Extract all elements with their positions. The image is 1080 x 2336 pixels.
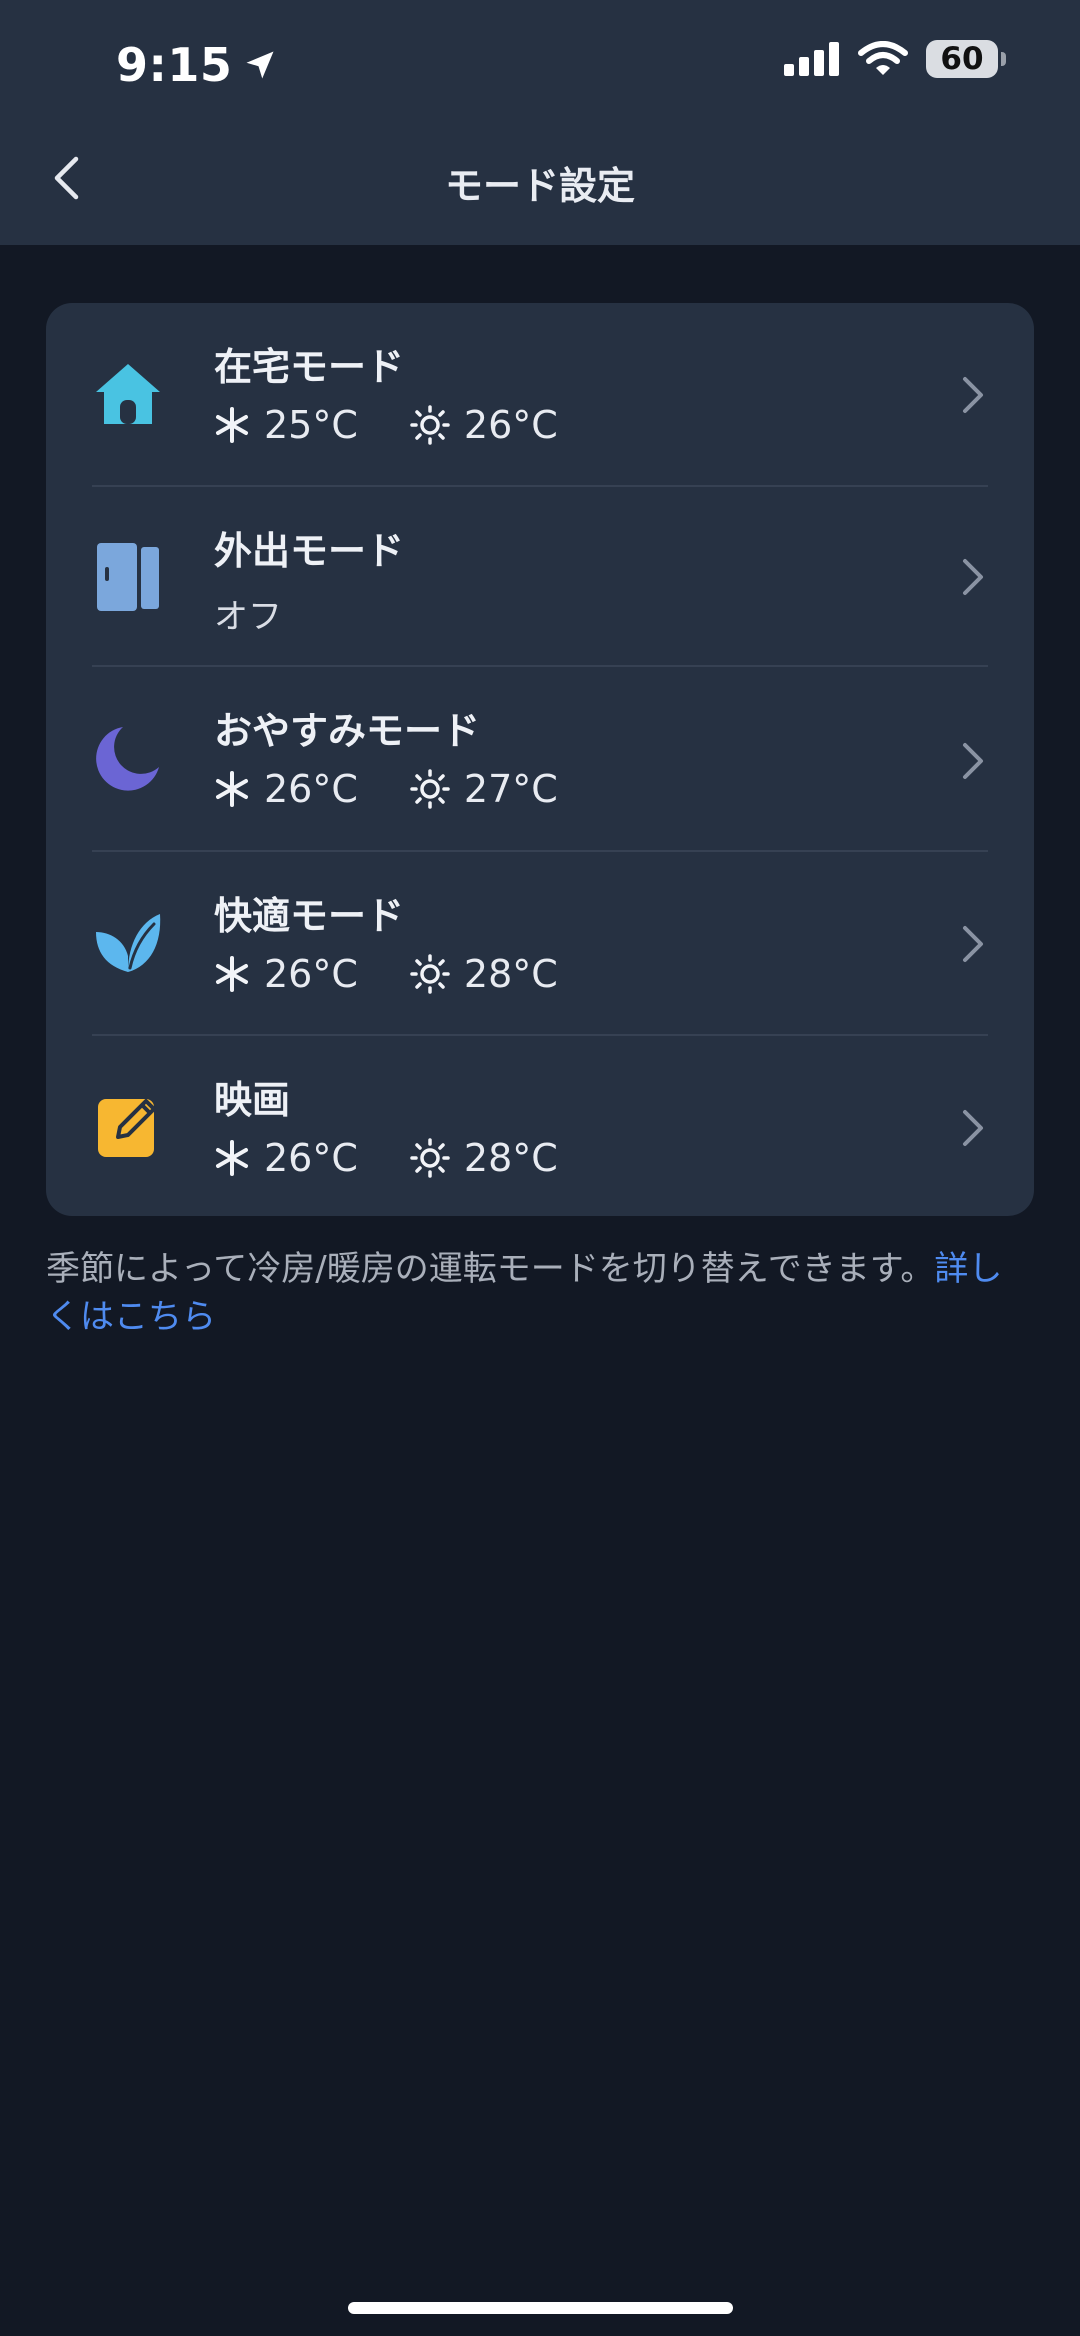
mode-name: 外出モード xyxy=(214,529,405,573)
snowflake-icon xyxy=(216,771,248,807)
mode-row-home[interactable]: 在宅モード 25°C 26°C xyxy=(46,303,1034,487)
status-time: 9:15 xyxy=(116,38,278,92)
chevron-right-icon xyxy=(958,373,988,417)
heating-temp: 27°C xyxy=(463,767,558,811)
wifi-icon xyxy=(858,41,908,75)
battery-level: 60 xyxy=(940,41,984,77)
mode-temps: 26°C 28°C xyxy=(214,1136,610,1180)
edit-note-icon xyxy=(92,1090,164,1162)
heating-temp: 28°C xyxy=(463,1136,558,1180)
mode-name: おやすみモード xyxy=(214,709,481,753)
heating-temp: 28°C xyxy=(463,952,558,996)
moon-icon xyxy=(92,722,164,794)
cellular-signal-icon xyxy=(784,42,839,76)
cooling-temp: 26°C xyxy=(264,1136,358,1180)
cooling-temp: 26°C xyxy=(264,767,358,811)
mode-row-movie[interactable]: 映画 26°C 28°C xyxy=(46,1036,1034,1216)
snowflake-icon xyxy=(216,1140,248,1176)
mode-name: 映画 xyxy=(214,1078,291,1122)
status-indicators: 60 xyxy=(784,40,1006,78)
footer-text: 季節によって冷房/暖房の運転モードを切り替えできます。 xyxy=(46,1249,935,1289)
sun-icon xyxy=(410,405,450,445)
mode-row-sleep[interactable]: おやすみモード 26°C 27°C xyxy=(46,667,1034,852)
mode-temps: 26°C 28°C xyxy=(214,952,610,996)
mode-name: 快適モード xyxy=(214,894,405,938)
heating-temp: 26°C xyxy=(463,403,558,447)
mode-status: オフ xyxy=(214,597,282,637)
chevron-right-icon xyxy=(958,739,988,783)
cooling-temp: 26°C xyxy=(264,952,358,996)
home-icon xyxy=(92,358,164,430)
sun-icon xyxy=(410,954,450,994)
footer-note: 季節によって冷房/暖房の運転モードを切り替えできます。詳しくはこちら xyxy=(46,1245,1036,1341)
leaf-icon xyxy=(92,906,164,978)
door-icon xyxy=(92,541,164,613)
mode-row-away[interactable]: 外出モード オフ xyxy=(46,487,1034,667)
mode-name: 在宅モード xyxy=(214,345,405,389)
status-time-text: 9:15 xyxy=(116,38,233,92)
mode-row-comfort[interactable]: 快適モード 26°C 28°C xyxy=(46,852,1034,1036)
chevron-right-icon xyxy=(958,555,988,599)
mode-temps: 26°C 27°C xyxy=(214,767,610,811)
mode-temps: 25°C 26°C xyxy=(214,403,610,447)
mode-list-card: 在宅モード 25°C 26°C 外出モード オフ おやすみモード 26°C 27… xyxy=(46,303,1034,1216)
battery-tip xyxy=(1001,52,1006,66)
snowflake-icon xyxy=(216,407,248,443)
snowflake-icon xyxy=(216,956,248,992)
home-indicator[interactable] xyxy=(348,2302,733,2314)
chevron-right-icon xyxy=(958,922,988,966)
location-arrow-icon xyxy=(246,51,274,79)
sun-icon xyxy=(410,1138,450,1178)
top-bar: 9:15 60 モード設定 xyxy=(0,0,1080,245)
chevron-right-icon xyxy=(958,1106,988,1150)
sun-icon xyxy=(410,769,450,809)
page-title: モード設定 xyxy=(444,164,635,208)
battery-indicator: 60 xyxy=(926,40,1006,78)
cooling-temp: 25°C xyxy=(264,403,358,447)
